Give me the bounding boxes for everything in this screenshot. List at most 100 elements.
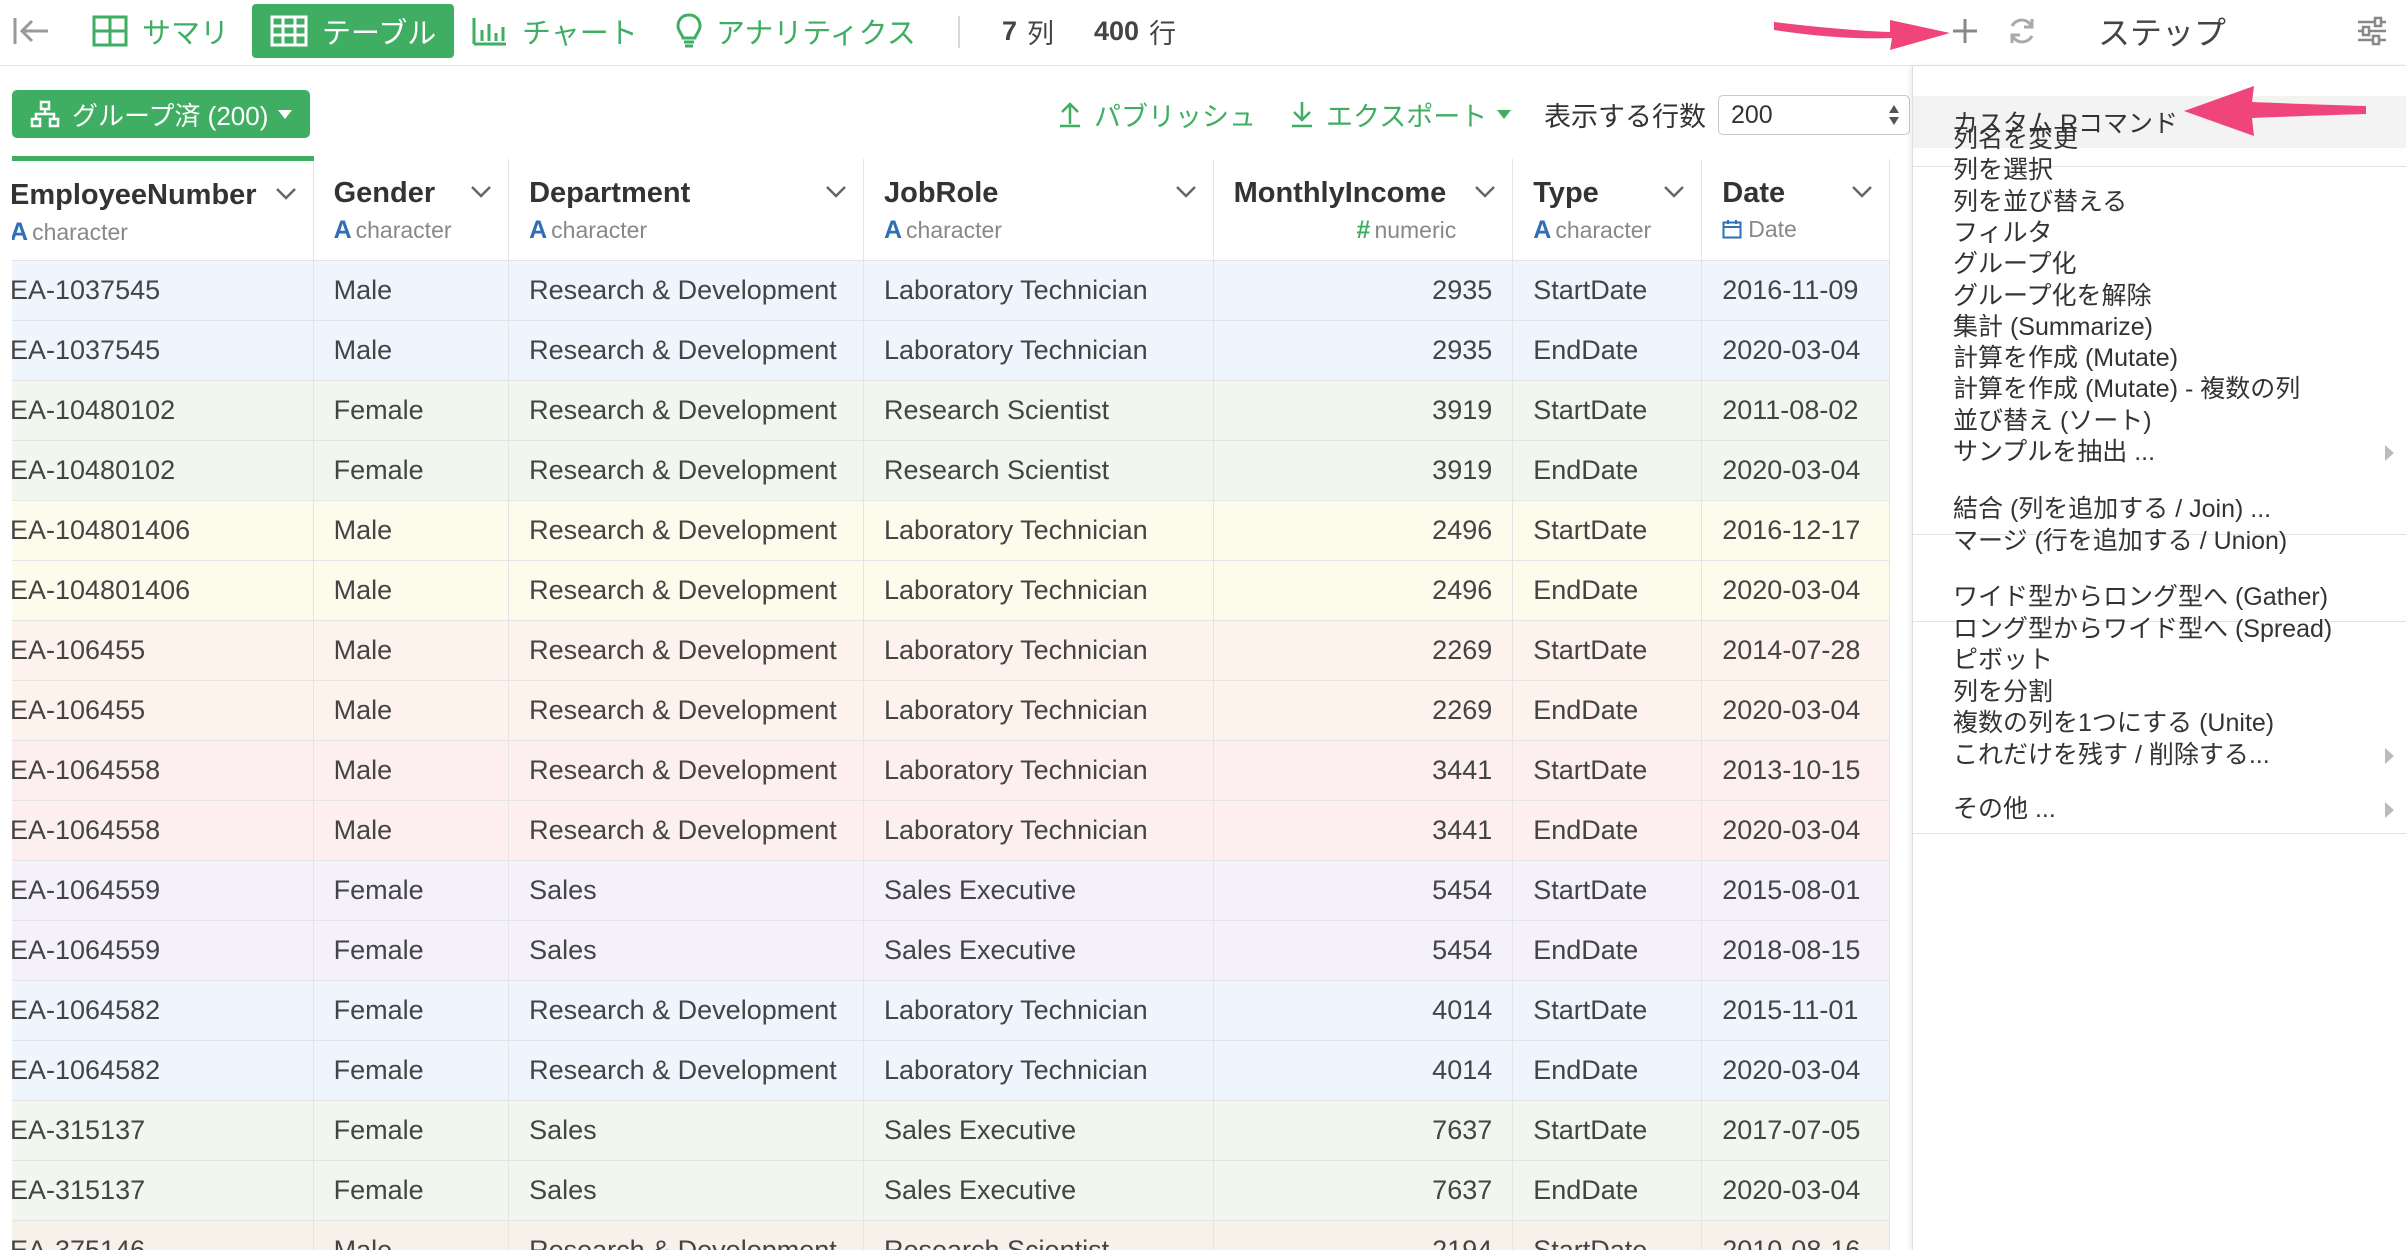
table-cell-type[interactable]: StartDate <box>1512 1220 1703 1250</box>
table-cell-employeenumber[interactable]: EA-104801406 <box>12 500 314 561</box>
table-cell-employeenumber[interactable]: EA-106455 <box>12 620 314 681</box>
table-cell-monthlyincome[interactable]: 7637 <box>1213 1160 1514 1221</box>
table-cell-monthlyincome[interactable]: 3919 <box>1213 440 1514 501</box>
table-cell-employeenumber[interactable]: EA-375146 <box>12 1220 314 1250</box>
table-cell-gender[interactable]: Female <box>313 920 510 981</box>
table-cell-gender[interactable]: Female <box>313 1100 510 1161</box>
table-cell-monthlyincome[interactable]: 5454 <box>1213 920 1514 981</box>
table-cell-department[interactable]: Research & Development <box>508 440 864 501</box>
table-cell-gender[interactable]: Male <box>313 620 510 681</box>
table-cell-type[interactable]: StartDate <box>1512 260 1703 321</box>
table-cell-date[interactable]: 2020-03-04 <box>1701 1160 1890 1221</box>
table-cell-employeenumber[interactable]: EA-1037545 <box>12 260 314 321</box>
table-cell-type[interactable]: EndDate <box>1512 440 1703 501</box>
table-cell-gender[interactable]: Male <box>313 500 510 561</box>
table-cell-employeenumber[interactable]: EA-1064558 <box>12 740 314 801</box>
table-cell-monthlyincome[interactable]: 2194 <box>1213 1220 1514 1250</box>
table-cell-jobrole[interactable]: Laboratory Technician <box>863 980 1214 1041</box>
chevron-down-icon[interactable] <box>1175 185 1197 199</box>
table-cell-department[interactable]: Research & Development <box>508 500 864 561</box>
table-cell-employeenumber[interactable]: EA-10480102 <box>12 380 314 441</box>
table-cell-date[interactable]: 2020-03-04 <box>1701 320 1890 381</box>
settings-sliders-icon[interactable] <box>2356 0 2388 62</box>
table-cell-date[interactable]: 2015-11-01 <box>1701 980 1890 1041</box>
table-cell-type[interactable]: StartDate <box>1512 500 1703 561</box>
chevron-down-icon[interactable] <box>470 185 492 199</box>
menu-item[interactable]: マージ (行を追加する / Union) <box>1953 526 2287 557</box>
table-cell-monthlyincome[interactable]: 7637 <box>1213 1100 1514 1161</box>
table-cell-type[interactable]: EndDate <box>1512 680 1703 741</box>
table-cell-jobrole[interactable]: Sales Executive <box>863 920 1214 981</box>
table-cell-jobrole[interactable]: Research Scientist <box>863 440 1214 501</box>
table-cell-gender[interactable]: Male <box>313 560 510 621</box>
table-cell-jobrole[interactable]: Sales Executive <box>863 1100 1214 1161</box>
menu-item[interactable]: フィルタ <box>1953 218 2053 249</box>
table-cell-monthlyincome[interactable]: 2935 <box>1213 260 1514 321</box>
tab-chart[interactable]: チャート <box>472 0 638 62</box>
table-cell-monthlyincome[interactable]: 2935 <box>1213 320 1514 381</box>
table-cell-gender[interactable]: Male <box>313 740 510 801</box>
table-cell-employeenumber[interactable]: EA-1064582 <box>12 1040 314 1101</box>
table-cell-type[interactable]: StartDate <box>1512 620 1703 681</box>
tab-analytics[interactable]: アナリティクス <box>676 0 916 62</box>
table-cell-monthlyincome[interactable]: 4014 <box>1213 980 1514 1041</box>
table-cell-employeenumber[interactable]: EA-1064558 <box>12 800 314 861</box>
table-cell-employeenumber[interactable]: EA-315137 <box>12 1100 314 1161</box>
table-cell-department[interactable]: Research & Development <box>508 380 864 441</box>
table-cell-monthlyincome[interactable]: 2496 <box>1213 560 1514 621</box>
table-cell-jobrole[interactable]: Laboratory Technician <box>863 320 1214 381</box>
table-cell-jobrole[interactable]: Laboratory Technician <box>863 1040 1214 1101</box>
menu-item[interactable]: 計算を作成 (Mutate) - 複数の列 <box>1953 374 2300 405</box>
table-cell-department[interactable]: Research & Development <box>508 1040 864 1101</box>
table-cell-monthlyincome[interactable]: 3919 <box>1213 380 1514 441</box>
menu-item[interactable]: 並び替え (ソート) <box>1953 406 2152 437</box>
table-cell-department[interactable]: Research & Development <box>508 740 864 801</box>
data-table-viewport[interactable]: EmployeeNumber Acharacter Gender Acharacter… <box>12 156 1912 1250</box>
rows-to-show-select[interactable]: 200 <box>1718 95 1910 135</box>
table-cell-gender[interactable]: Female <box>313 1160 510 1221</box>
table-cell-date[interactable]: 2015-08-01 <box>1701 860 1890 921</box>
table-cell-date[interactable]: 2020-03-04 <box>1701 560 1890 621</box>
menu-item[interactable]: 集計 (Summarize) <box>1953 312 2153 343</box>
table-cell-date[interactable]: 2011-08-02 <box>1701 380 1890 441</box>
menu-item[interactable]: 結合 (列を追加する / Join) ... <box>1953 494 2271 525</box>
table-cell-monthlyincome[interactable]: 3441 <box>1213 740 1514 801</box>
table-cell-gender[interactable]: Female <box>313 980 510 1041</box>
table-cell-jobrole[interactable]: Research Scientist <box>863 1220 1214 1250</box>
table-cell-department[interactable]: Sales <box>508 860 864 921</box>
column-header-date[interactable]: Date Date <box>1701 158 1890 261</box>
table-cell-gender[interactable]: Male <box>313 1220 510 1250</box>
chevron-down-icon[interactable] <box>275 187 297 201</box>
table-cell-date[interactable]: 2020-03-04 <box>1701 800 1890 861</box>
table-cell-date[interactable]: 2020-03-04 <box>1701 440 1890 501</box>
table-cell-jobrole[interactable]: Laboratory Technician <box>863 740 1214 801</box>
table-cell-date[interactable]: 2014-07-28 <box>1701 620 1890 681</box>
menu-item[interactable]: ワイド型からロング型へ (Gather) <box>1953 582 2328 613</box>
column-header-monthlyincome[interactable]: MonthlyIncome # numeric <box>1213 158 1514 261</box>
table-cell-employeenumber[interactable]: EA-1064559 <box>12 920 314 981</box>
column-header-type[interactable]: Type Acharacter <box>1512 158 1703 261</box>
table-cell-jobrole[interactable]: Sales Executive <box>863 860 1214 921</box>
table-cell-type[interactable]: EndDate <box>1512 320 1703 381</box>
table-cell-department[interactable]: Research & Development <box>508 620 864 681</box>
menu-item[interactable]: ロング型からワイド型へ (Spread) <box>1953 614 2332 645</box>
menu-item[interactable]: 列を並び替える <box>1953 187 2127 218</box>
menu-item[interactable]: グループ化を解除 <box>1953 281 2152 312</box>
column-header-employeenumber[interactable]: EmployeeNumber Acharacter <box>12 156 314 261</box>
chevron-down-icon[interactable] <box>1663 185 1685 199</box>
table-cell-gender[interactable]: Male <box>313 800 510 861</box>
table-cell-type[interactable]: StartDate <box>1512 740 1703 801</box>
table-cell-date[interactable]: 2018-08-15 <box>1701 920 1890 981</box>
menu-item[interactable]: グループ化 <box>1953 249 2077 280</box>
table-cell-jobrole[interactable]: Research Scientist <box>863 380 1214 441</box>
column-header-gender[interactable]: Gender Acharacter <box>313 158 510 261</box>
table-cell-type[interactable]: StartDate <box>1512 380 1703 441</box>
table-cell-department[interactable]: Research & Development <box>508 800 864 861</box>
chevron-down-icon[interactable] <box>1851 185 1873 199</box>
table-cell-date[interactable]: 2016-12-17 <box>1701 500 1890 561</box>
table-cell-date[interactable]: 2020-03-04 <box>1701 1040 1890 1101</box>
table-cell-jobrole[interactable]: Laboratory Technician <box>863 800 1214 861</box>
table-cell-monthlyincome[interactable]: 5454 <box>1213 860 1514 921</box>
table-cell-employeenumber[interactable]: EA-10480102 <box>12 440 314 501</box>
table-cell-department[interactable]: Sales <box>508 920 864 981</box>
